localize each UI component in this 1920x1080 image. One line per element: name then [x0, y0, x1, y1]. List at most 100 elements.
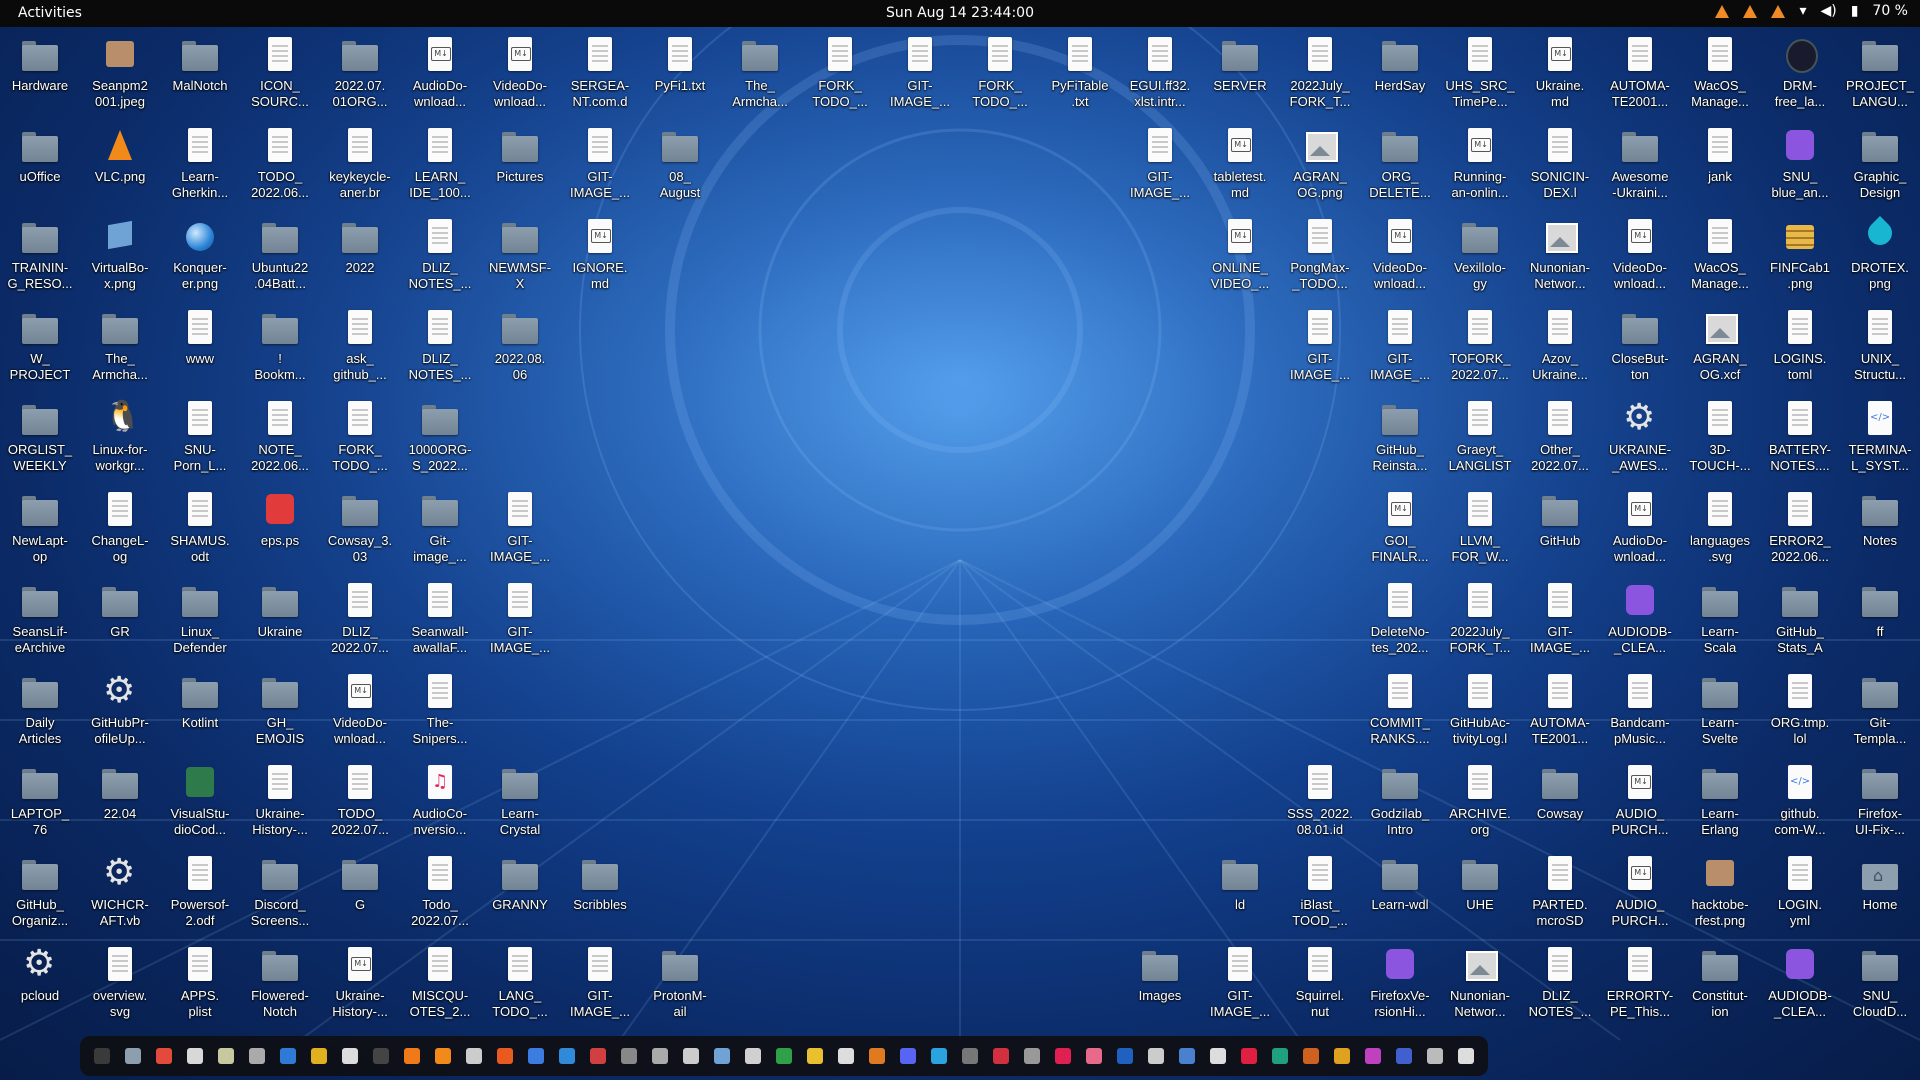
desktop-folder[interactable]: Learn- Scala: [1680, 577, 1760, 667]
desktop-folder[interactable]: 08_ August: [640, 122, 720, 212]
desktop-file[interactable]: LOGINS. toml: [1760, 304, 1840, 394]
desktop-folder[interactable]: Git- Templa...: [1840, 668, 1920, 758]
desktop-file[interactable]: WacOS_ Manage...: [1680, 213, 1760, 303]
desktop-file[interactable]: WacOS_ Manage...: [1680, 31, 1760, 121]
desktop-file[interactable]: AGRAN_ OG.xcf: [1680, 304, 1760, 394]
desktop-folder[interactable]: ff: [1840, 577, 1920, 667]
writer-icon[interactable]: [279, 1048, 296, 1064]
discord-icon[interactable]: [899, 1048, 916, 1064]
desktop-folder[interactable]: Learn- Erlang: [1680, 759, 1760, 849]
desktop-folder[interactable]: Awesome -Ukraini...: [1600, 122, 1680, 212]
desktop-file[interactable]: SNU- Porn_L...: [160, 395, 240, 485]
battery-percent[interactable]: 70 %: [1872, 3, 1908, 19]
desktop-file[interactable]: PyFi1.txt: [640, 31, 720, 121]
desktop-file[interactable]: UNIX_ Structu...: [1840, 304, 1920, 394]
warning-icon[interactable]: [1771, 4, 1786, 18]
app14-icon[interactable]: [1396, 1048, 1413, 1064]
app5-icon[interactable]: [1117, 1048, 1134, 1064]
desktop-file[interactable]: ask_ github_...: [320, 304, 400, 394]
desktop-file[interactable]: Other_ 2022.07...: [1520, 395, 1600, 485]
desktop-file[interactable]: GIT- IMAGE_...: [480, 577, 560, 667]
desktop-file[interactable]: tabletest. md: [1200, 122, 1280, 212]
desktop-folder[interactable]: Firefox- UI-Fix-...: [1840, 759, 1920, 849]
desktop-file[interactable]: GIT- IMAGE_...: [1120, 122, 1200, 212]
desktop-folder[interactable]: Daily Articles: [0, 668, 80, 758]
desktop-folder[interactable]: Vexillolo- gy: [1440, 213, 1520, 303]
vlc-icon[interactable]: [434, 1048, 451, 1064]
desktop-file[interactable]: hacktobe- rfest.png: [1680, 850, 1760, 940]
desktop-file[interactable]: Seanwall- awallaF...: [400, 577, 480, 667]
desktop-file[interactable]: PongMax- _TODO...: [1280, 213, 1360, 303]
desktop-folder[interactable]: Learn- Crystal: [480, 759, 560, 849]
desktop-file[interactable]: ORG.tmp. lol: [1760, 668, 1840, 758]
desktop-file[interactable]: GIT- IMAGE_...: [480, 486, 560, 576]
desktop-file[interactable]: jank: [1680, 122, 1760, 212]
desktop-folder[interactable]: 2022.08. 06: [480, 304, 560, 394]
desktop-file[interactable]: SONICIN- DEX.l: [1520, 122, 1600, 212]
desktop-file[interactable]: FINFCab1 .png: [1760, 213, 1840, 303]
desktop-file[interactable]: GIT- IMAGE_...: [880, 31, 960, 121]
clock[interactable]: Sun Aug 14 23:44:00: [886, 5, 1034, 21]
terminal-icon[interactable]: [93, 1048, 110, 1064]
desktop-file[interactable]: Todo_ 2022.07...: [400, 850, 480, 940]
desktop-file[interactable]: SSS_2022. 08.01.id: [1280, 759, 1360, 849]
desktop-file[interactable]: PARTED. mcroSD: [1520, 850, 1600, 940]
app6-icon[interactable]: [1148, 1048, 1165, 1064]
desktop-file[interactable]: Seanpm2 001.jpeg: [80, 31, 160, 121]
app3-icon[interactable]: [1054, 1048, 1071, 1064]
desktop-folder[interactable]: ORGLIST_ WEEKLY: [0, 395, 80, 485]
desktop-folder[interactable]: Notes: [1840, 486, 1920, 576]
desktop-file[interactable]: FORK_ TODO_...: [800, 31, 880, 121]
desktop-folder[interactable]: ProtonM- ail: [640, 941, 720, 1031]
desktop-folder[interactable]: The_ Armcha...: [80, 304, 160, 394]
desktop-folder[interactable]: Git- image_...: [400, 486, 480, 576]
desktop-file[interactable]: Graeyt_ LANGLIST: [1440, 395, 1520, 485]
app1-icon[interactable]: [992, 1048, 1009, 1064]
screenshot-icon[interactable]: [248, 1048, 265, 1064]
desktop-file[interactable]: LEARN_ IDE_100...: [400, 122, 480, 212]
desktop-folder[interactable]: MalNotch: [160, 31, 240, 121]
desktop-file[interactable]: DLIZ_ NOTES_...: [400, 304, 480, 394]
desktop-folder[interactable]: LAPTOP_ 76: [0, 759, 80, 849]
desktop-file[interactable]: Squirrel. nut: [1280, 941, 1360, 1031]
gedit-icon[interactable]: [341, 1048, 358, 1064]
desktop-folder[interactable]: GR: [80, 577, 160, 667]
desktop-file[interactable]: 2022July_ FORK_T...: [1440, 577, 1520, 667]
desktop-file[interactable]: BATTERY- NOTES....: [1760, 395, 1840, 485]
desktop-folder[interactable]: Godzilab_ Intro: [1360, 759, 1440, 849]
desktop-folder[interactable]: HerdSay: [1360, 31, 1440, 121]
desktop-file[interactable]: AGRAN_ OG.png: [1280, 122, 1360, 212]
desktop-file[interactable]: iBlast_ TOOD_...: [1280, 850, 1360, 940]
battery-icon[interactable]: ▮: [1851, 3, 1859, 19]
desktop-file[interactable]: AUTOMA- TE2001...: [1600, 31, 1680, 121]
desktop-folder[interactable]: The_ Armcha...: [720, 31, 800, 121]
desktop-file[interactable]: AudioDo- wnload...: [1600, 486, 1680, 576]
desktop-folder[interactable]: CloseBut- ton: [1600, 304, 1680, 394]
desktop-folder[interactable]: ORG_ DELETE...: [1360, 122, 1440, 212]
chrome-icon[interactable]: [155, 1048, 172, 1064]
console-icon[interactable]: [372, 1048, 389, 1064]
desktop-file[interactable]: ChangeL- og: [80, 486, 160, 576]
desktop-file[interactable]: GitHubPr- ofileUp...: [80, 668, 160, 758]
desktop-file[interactable]: ERROR2_ 2022.06...: [1760, 486, 1840, 576]
desktop-file[interactable]: GIT- IMAGE_...: [1280, 304, 1360, 394]
desktop-file[interactable]: DLIZ_ 2022.07...: [320, 577, 400, 667]
desktop-file[interactable]: Nunonian- Networ...: [1520, 213, 1600, 303]
desktop-file[interactable]: VideoDo- wnload...: [1600, 213, 1680, 303]
desktop-file[interactable]: Running- an-onlin...: [1440, 122, 1520, 212]
desktop-file[interactable]: GIT- IMAGE_...: [560, 122, 640, 212]
desktop-file[interactable]: Ukraine- History-...: [240, 759, 320, 849]
desktop-folder[interactable]: Learn-wdl: [1360, 850, 1440, 940]
firefox-icon[interactable]: [403, 1048, 420, 1064]
desktop-file[interactable]: Home: [1840, 850, 1920, 940]
desktop-file[interactable]: AUDIODB- _CLEA...: [1760, 941, 1840, 1031]
desktop-folder[interactable]: GitHub: [1520, 486, 1600, 576]
desktop-folder[interactable]: NewLapt- op: [0, 486, 80, 576]
app9-icon[interactable]: [1241, 1048, 1258, 1064]
desktop-file[interactable]: VideoDo- wnload...: [1360, 213, 1440, 303]
desktop-file[interactable]: Azov_ Ukraine...: [1520, 304, 1600, 394]
desktop-folder[interactable]: Scribbles: [560, 850, 640, 940]
desktop-file[interactable]: PyFiTable .txt: [1040, 31, 1120, 121]
app13-icon[interactable]: [1365, 1048, 1382, 1064]
desktop-file[interactable]: LANG_ TODO_...: [480, 941, 560, 1031]
